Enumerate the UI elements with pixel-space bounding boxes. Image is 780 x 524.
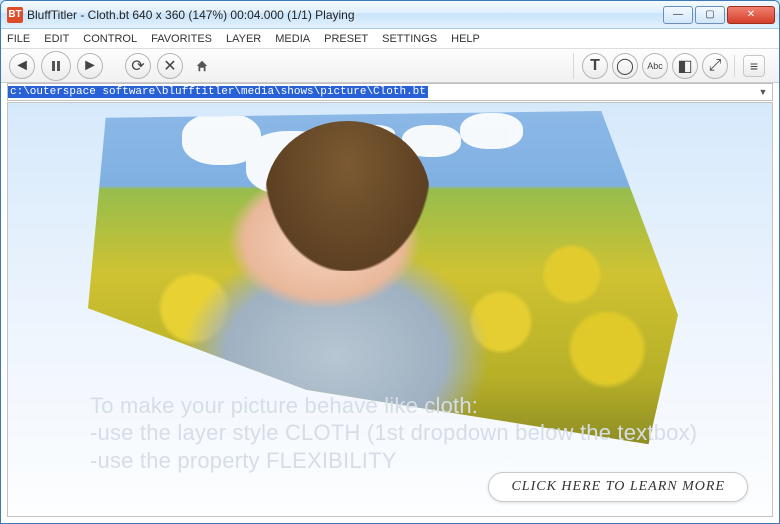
hint-line-2: -use the layer style CLOTH (1st dropdown… (90, 419, 752, 447)
close-button[interactable]: ✕ (727, 6, 775, 24)
maximize-button[interactable]: ▢ (695, 6, 725, 24)
menu-edit[interactable]: EDIT (44, 33, 69, 45)
app-window: BT BluffTitler - Cloth.bt 640 x 360 (147… (0, 0, 780, 524)
back-button[interactable]: ◄ (9, 53, 35, 79)
back-icon: ◄ (14, 57, 30, 75)
menu-layer[interactable]: LAYER (226, 33, 261, 45)
outline-tool-icon: ◧ (677, 56, 692, 76)
preview-area: To make your picture behave like cloth: … (7, 102, 773, 517)
window-title: BluffTitler - Cloth.bt 640 x 360 (147%) … (27, 8, 661, 22)
abc-tool-icon: Abc (647, 61, 663, 71)
reload-button[interactable]: ⟳ (125, 53, 151, 79)
text-tool-icon: T (590, 57, 600, 75)
hamburger-icon: ≡ (750, 58, 758, 74)
menu-media[interactable]: MEDIA (275, 33, 310, 45)
window-buttons: — ▢ ✕ (661, 6, 775, 24)
outline-tool-button[interactable]: ◧ (672, 53, 698, 79)
hint-line-1: To make your picture behave like cloth: (90, 392, 752, 420)
path-dropdown-icon[interactable]: ▼ (754, 87, 772, 97)
circle-tool-button[interactable]: ◯ (612, 53, 638, 79)
menu-preset[interactable]: PRESET (324, 33, 368, 45)
toolbar-right-group: T ◯ Abc ◧ ⤢ (573, 53, 734, 79)
forward-button[interactable]: ► (77, 53, 103, 79)
menubar: FILE EDIT CONTROL FAVORITES LAYER MEDIA … (1, 29, 779, 49)
hamburger-button[interactable]: ≡ (743, 55, 765, 77)
pause-button[interactable] (41, 51, 71, 81)
hint-line-3: -use the property FLEXIBILITY (90, 447, 752, 475)
circle-tool-icon: ◯ (616, 56, 634, 76)
toolbar: ◄ ► ⟳ ✕ T ◯ Abc ◧ ⤢ ≡ (1, 49, 779, 83)
menu-help[interactable]: HELP (451, 33, 480, 45)
forward-icon: ► (82, 57, 98, 75)
abc-tool-button[interactable]: Abc (642, 53, 668, 79)
titlebar: BT BluffTitler - Cloth.bt 640 x 360 (147… (1, 1, 779, 29)
stop-icon: ✕ (163, 56, 176, 76)
menu-favorites[interactable]: FAVORITES (151, 33, 212, 45)
person-hair-shape (265, 121, 430, 271)
menu-file[interactable]: FILE (7, 33, 30, 45)
path-bar[interactable]: c:\outerspace software\blufftitler\media… (7, 83, 773, 101)
path-input[interactable]: c:\outerspace software\blufftitler\media… (8, 86, 428, 98)
learn-more-button[interactable]: CLICK HERE TO LEARN MORE (488, 472, 748, 502)
menu-control[interactable]: CONTROL (83, 33, 137, 45)
home-button[interactable] (189, 53, 215, 79)
app-icon: BT (7, 7, 23, 23)
hint-text: To make your picture behave like cloth: … (90, 392, 752, 475)
stop-button[interactable]: ✕ (157, 53, 183, 79)
reload-icon: ⟳ (131, 56, 144, 76)
text-tool-button[interactable]: T (582, 53, 608, 79)
minimize-button[interactable]: — (663, 6, 693, 24)
zoom-tool-icon: ⤢ (709, 57, 722, 75)
home-icon (195, 59, 209, 73)
pause-icon (49, 59, 63, 73)
zoom-tool-button[interactable]: ⤢ (702, 53, 728, 79)
menu-settings[interactable]: SETTINGS (382, 33, 437, 45)
